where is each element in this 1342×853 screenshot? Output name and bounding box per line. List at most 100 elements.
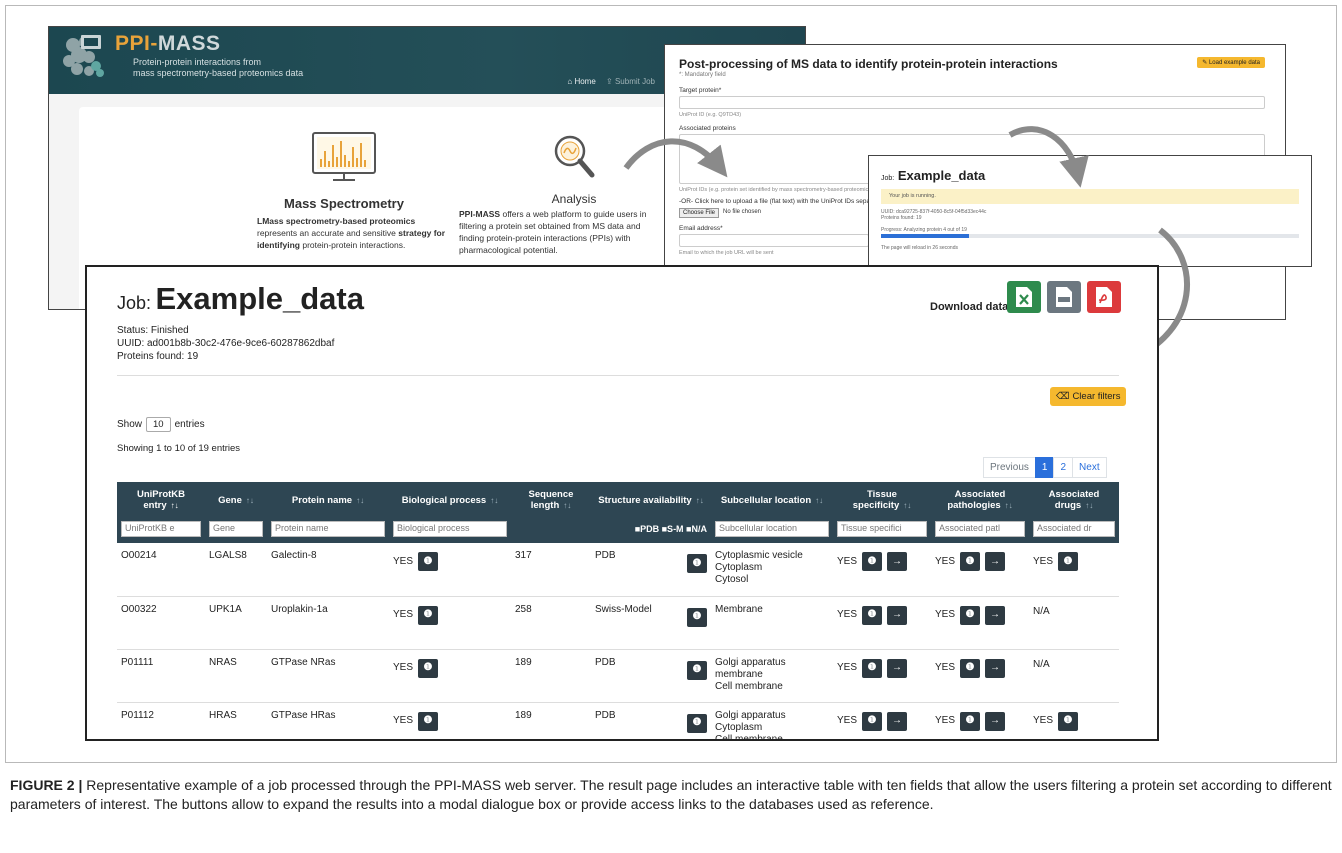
clear-filters-button[interactable]: ⌫ Clear filters: [1050, 387, 1127, 406]
cell-entry: P01112: [117, 702, 205, 739]
cell-entry: P01111: [117, 649, 205, 703]
arrow-right-icon[interactable]: →: [985, 711, 1006, 731]
filter-input[interactable]: UniProtKB e: [121, 521, 201, 537]
nav-home-link[interactable]: ⌂ Home: [567, 77, 595, 86]
arrow-right-icon[interactable]: →: [887, 605, 908, 625]
download-label: Download data:: [930, 301, 1012, 313]
info-icon[interactable]: ❶: [862, 658, 883, 678]
structure-value: PDB: [595, 656, 616, 668]
info-icon[interactable]: ❶: [687, 607, 707, 627]
info-icon[interactable]: ❶: [687, 554, 707, 573]
job-status: Status: Finished: [117, 325, 189, 336]
pathologies-value: YES: [935, 555, 956, 567]
job-title-prefix: Job:: [117, 293, 152, 313]
info-icon[interactable]: ❶: [418, 552, 439, 571]
pager-page-1[interactable]: 1: [1034, 457, 1055, 478]
arrow-right-icon[interactable]: →: [985, 552, 1006, 571]
table-filter-row: UniProtKB e Gene Protein name Biological…: [117, 518, 1119, 543]
ms-text: LMass spectrometry-based proteomics repr…: [239, 215, 449, 251]
ms-text-1: LMass spectrometry-based proteomics: [257, 216, 416, 226]
pager-next[interactable]: Next: [1072, 457, 1107, 478]
drugs-value: N/A: [1033, 605, 1050, 617]
pathologies-value: YES: [935, 662, 956, 673]
info-icon[interactable]: ❶: [862, 552, 883, 571]
col-header[interactable]: Protein name ↑↓: [267, 482, 389, 518]
col-header[interactable]: Biological process ↑↓: [389, 482, 511, 518]
associated-label: Associated proteins: [679, 125, 736, 132]
filter-input[interactable]: Gene: [209, 521, 263, 537]
col-header[interactable]: Subcellular location ↑↓: [711, 482, 833, 518]
analysis-text-3: finding protein-protein interactions (PP…: [459, 233, 631, 243]
col-header[interactable]: UniProtKB entry ↑↓: [117, 482, 205, 518]
sort-icon: ↑↓: [245, 495, 254, 505]
target-input[interactable]: [679, 96, 1265, 109]
info-icon[interactable]: ❶: [1058, 711, 1079, 731]
nav-submit-link[interactable]: ⇪ Submit Job: [606, 77, 655, 86]
form-mandatory-note: *: Mandatory field: [679, 72, 726, 78]
pager-previous[interactable]: Previous: [983, 457, 1036, 478]
info-icon[interactable]: ❶: [687, 660, 707, 680]
info-icon[interactable]: ❶: [687, 713, 707, 733]
info-icon[interactable]: ❶: [1058, 552, 1079, 571]
analysis-text-4: pharmacological potential.: [459, 245, 558, 255]
email-input[interactable]: [679, 234, 869, 247]
choose-file-button[interactable]: Choose File: [679, 208, 720, 218]
download-excel-button[interactable]: [1007, 281, 1041, 313]
filter-input[interactable]: Subcellular location: [715, 521, 829, 537]
col-header-label: Structure availability: [598, 494, 692, 506]
col-header[interactable]: Gene ↑↓: [205, 482, 267, 518]
arrow-right-icon[interactable]: →: [887, 711, 908, 731]
job-title: Job: Example_data: [117, 281, 364, 317]
filter-input[interactable]: Protein name: [271, 521, 385, 537]
cell-drugs: N/A: [1029, 596, 1119, 650]
pagination: Previous 1 2 Next: [983, 457, 1107, 478]
cell-length: 317: [511, 543, 591, 597]
info-icon[interactable]: ❶: [418, 605, 439, 625]
form-title: Post-processing of MS data to identify p…: [679, 57, 1058, 71]
location-line: Golgi apparatus: [715, 709, 786, 721]
filter-input[interactable]: Tissue specifici: [837, 521, 927, 537]
nav-submit-label: Submit Job: [614, 77, 655, 86]
pager-page-2[interactable]: 2: [1053, 457, 1074, 478]
filter-input[interactable]: Associated patl: [935, 521, 1025, 537]
arrow-right-icon[interactable]: →: [887, 658, 908, 678]
running-progress-fill: [881, 234, 969, 238]
cell-pathologies: YES ❶ →: [931, 702, 1029, 739]
info-icon[interactable]: ❶: [862, 605, 883, 625]
download-pdf-button[interactable]: [1087, 281, 1121, 313]
col-header-label: Protein name: [291, 494, 353, 506]
col-header[interactable]: Associated pathologies ↑↓: [931, 482, 1029, 518]
entries-select[interactable]: 10: [146, 417, 171, 432]
cell-length: 258: [511, 596, 591, 650]
info-icon[interactable]: ❶: [960, 605, 981, 625]
col-header[interactable]: Structure availability ↑↓: [591, 482, 711, 518]
cell-drugs: YES ❶: [1029, 702, 1119, 739]
arrow-right-icon[interactable]: →: [985, 605, 1006, 625]
structure-legend-filter[interactable]: ■PDB ■S-M ■N/A: [635, 524, 707, 534]
cell-pathologies: YES ❶ →: [931, 596, 1029, 650]
arrow-right-icon[interactable]: →: [985, 658, 1006, 678]
info-icon[interactable]: ❶: [960, 552, 981, 571]
analysis-text-1: offers a web platform to guide users in: [502, 209, 647, 219]
cell-structure: PDB ❶: [591, 543, 711, 597]
col-header[interactable]: Associated drugs ↑↓: [1029, 482, 1119, 518]
col-header[interactable]: Sequence length ↑↓: [511, 482, 591, 518]
info-icon[interactable]: ❶: [418, 711, 439, 731]
upload-label: -OR- Click here to upload a file (flat t…: [679, 198, 885, 205]
info-icon[interactable]: ❶: [960, 658, 981, 678]
pathologies-value: YES: [935, 609, 956, 620]
col-header[interactable]: Tissue specificity ↑↓: [833, 482, 931, 518]
info-icon[interactable]: ❶: [960, 711, 981, 731]
load-example-button[interactable]: ✎ Load example data: [1197, 57, 1265, 68]
cell-protein: GTPase HRas: [267, 702, 389, 739]
arrow-right-icon[interactable]: →: [887, 552, 908, 571]
analysis-title: Analysis: [551, 192, 597, 206]
filter-input[interactable]: Associated dr: [1033, 521, 1115, 537]
info-icon[interactable]: ❶: [418, 658, 439, 678]
download-csv-button[interactable]: [1047, 281, 1081, 313]
info-icon[interactable]: ❶: [862, 711, 883, 731]
home-brand: PPI-MASS: [115, 32, 221, 56]
cell-gene: NRAS: [205, 649, 267, 703]
home-nav: ⌂ Home ⇪ Submit Job: [559, 77, 655, 86]
filter-input[interactable]: Biological process: [393, 521, 507, 537]
